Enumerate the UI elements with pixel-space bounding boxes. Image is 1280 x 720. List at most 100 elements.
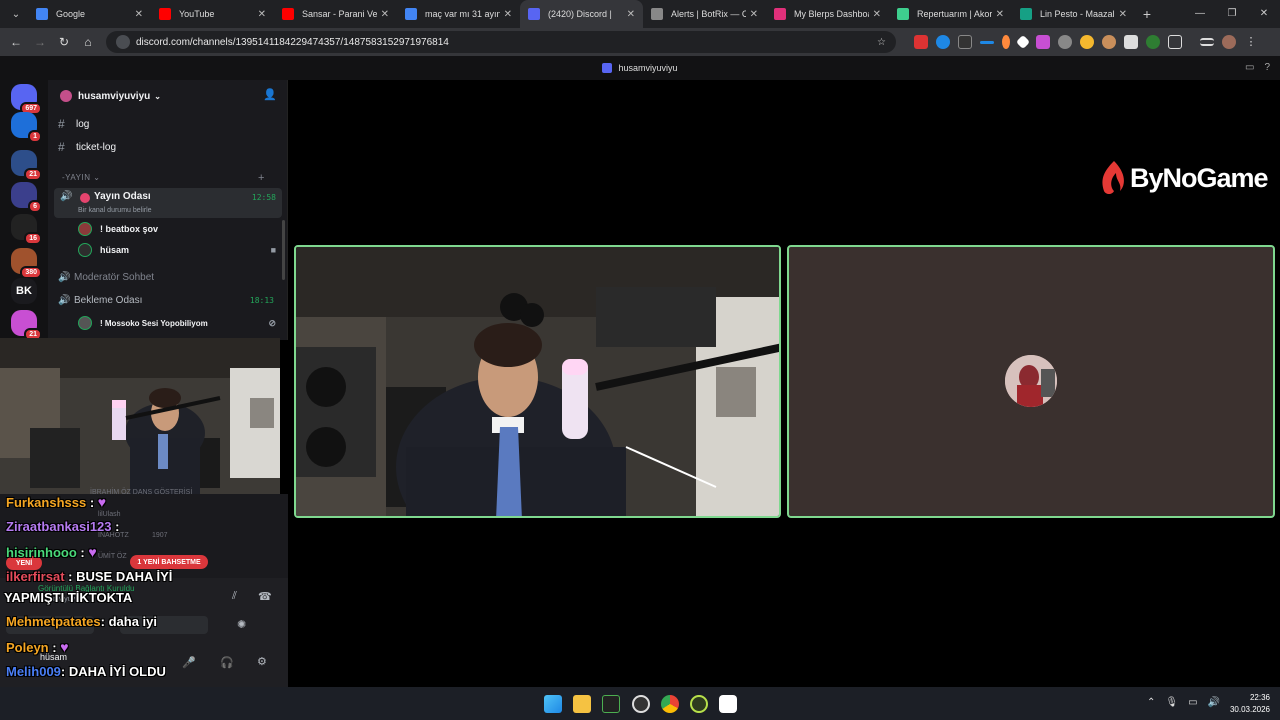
voice-user[interactable]: hüsam ■: [78, 240, 282, 260]
voice-user[interactable]: ! beatbox şov: [78, 219, 282, 239]
puzzle-icon[interactable]: [1168, 35, 1182, 49]
channel-ticket-log[interactable]: # ticket-log: [58, 137, 280, 157]
extension-icon[interactable]: [1146, 35, 1160, 49]
app-icon[interactable]: [690, 695, 708, 713]
browser-tab[interactable]: YouTube ✕: [151, 0, 274, 28]
video-tile-main[interactable]: [294, 245, 781, 518]
volume-icon[interactable]: 🔊: [1208, 697, 1220, 708]
server-icon[interactable]: 21: [11, 310, 42, 341]
extension-icon[interactable]: [958, 35, 972, 49]
extension-icon[interactable]: [1102, 35, 1116, 49]
browser-tab[interactable]: maç var mı 31 ayın ✕: [397, 0, 520, 28]
browser-tab[interactable]: My Blerps Dashboard ✕: [766, 0, 889, 28]
server-icon[interactable]: BK: [11, 278, 37, 304]
help-icon[interactable]: ?: [1264, 62, 1270, 73]
voice-status[interactable]: Bir kanal durumu belirle: [78, 207, 152, 214]
close-tab-icon[interactable]: ✕: [873, 9, 881, 20]
headphones-icon[interactable]: 🎧: [220, 656, 234, 669]
clock[interactable]: 22:36 30.03.2026: [1230, 692, 1270, 716]
scrollbar[interactable]: [282, 220, 285, 280]
server-icon[interactable]: 697: [11, 84, 42, 115]
microphone-icon[interactable]: 🎙: [1165, 697, 1178, 708]
noise-suppression-icon[interactable]: ⫽: [232, 590, 237, 603]
settings-gear-icon[interactable]: ⚙: [257, 655, 267, 668]
new-mention-pill[interactable]: 1 YENİ BAHSETME: [130, 555, 208, 569]
browser-tab[interactable]: Lin Pesto - Maazallah ✕: [1012, 0, 1135, 28]
site-info-icon[interactable]: [116, 35, 130, 49]
back-icon[interactable]: ←: [4, 35, 28, 49]
close-tab-icon[interactable]: ✕: [504, 9, 512, 20]
extension-icon[interactable]: [1080, 35, 1094, 49]
chat-text: daha iyi: [108, 614, 158, 629]
microphone-icon[interactable]: 🎤: [182, 656, 196, 669]
close-tab-icon[interactable]: ✕: [996, 9, 1004, 20]
chevron-up-icon[interactable]: ⌃: [1147, 697, 1155, 708]
chrome-icon[interactable]: [661, 695, 679, 713]
add-member-icon[interactable]: 👤: [263, 88, 277, 101]
reload-icon[interactable]: ↻: [52, 35, 76, 49]
bynogame-logo: ByNoGame: [1100, 158, 1269, 198]
voice-channel-name: Yayın Odası: [94, 191, 151, 202]
close-tab-icon[interactable]: ✕: [627, 9, 635, 20]
server-icon[interactable]: 16: [11, 214, 42, 245]
server-icon[interactable]: 6: [11, 182, 42, 213]
chevron-down-icon: ⌄: [154, 91, 161, 101]
extension-icon[interactable]: [1036, 35, 1050, 49]
adblock-icon[interactable]: [914, 35, 928, 49]
voice-channel-yayin-odasi[interactable]: 🔊 Yayın Odası Bir kanal durumu belirle 1…: [54, 188, 282, 218]
minimize-icon[interactable]: —: [1184, 0, 1216, 28]
extension-icon[interactable]: [936, 35, 950, 49]
close-tab-icon[interactable]: ✕: [135, 9, 143, 20]
channel-bekleme-odasi[interactable]: 🔊 Bekleme Odası 18:13: [58, 290, 280, 310]
server-icon[interactable]: 1: [11, 112, 42, 143]
voice-user[interactable]: ! Mossoko Sesi Yopobiliyom ⊘: [78, 313, 282, 333]
close-tab-icon[interactable]: ✕: [1119, 9, 1127, 20]
disconnect-icon[interactable]: ☎: [258, 590, 272, 603]
address-bar[interactable]: discord.com/channels/1395141184229474357…: [106, 31, 896, 53]
favicon-icon: [36, 8, 48, 20]
inbox-icon[interactable]: ▭: [1245, 62, 1254, 73]
profile-avatar[interactable]: [1222, 35, 1236, 49]
extension-icon[interactable]: [1058, 35, 1072, 49]
close-tab-icon[interactable]: ✕: [750, 9, 758, 20]
server-icon[interactable]: 380: [11, 248, 42, 279]
chat-message: Mehmetpatates: daha iyi: [6, 614, 157, 629]
chat-separator: :: [48, 640, 61, 655]
bookmark-star-icon[interactable]: ☆: [877, 37, 886, 48]
shield-icon[interactable]: [1124, 35, 1138, 49]
browser-tab[interactable]: Google ✕: [28, 0, 151, 28]
category-yayin[interactable]: -YAYIN ⌄ +: [62, 172, 264, 184]
close-window-icon[interactable]: ✕: [1248, 0, 1280, 28]
app-icon[interactable]: [719, 695, 737, 713]
obs-icon[interactable]: [632, 695, 650, 713]
server-header[interactable]: husamviyuviyu ⌄ 👤: [48, 80, 287, 112]
extension-icon[interactable]: [1015, 34, 1031, 50]
browser-tab[interactable]: Repertuarım | Akor, T ✕: [889, 0, 1012, 28]
channel-log[interactable]: # log: [58, 114, 280, 134]
hash-icon: #: [58, 117, 65, 131]
video-tile-participant[interactable]: [787, 245, 1275, 518]
close-tab-icon[interactable]: ✕: [258, 9, 266, 20]
channel-moderator-sohbet[interactable]: 🔊 Moderatör Sohbet: [58, 267, 280, 287]
tab-search-icon[interactable]: ⌄: [4, 4, 28, 24]
maximize-icon[interactable]: ❐: [1216, 0, 1248, 28]
forward-icon[interactable]: →: [28, 35, 52, 49]
extension-icon[interactable]: [980, 40, 994, 44]
browser-tab[interactable]: Alerts | BotRix — Clo ✕: [643, 0, 766, 28]
home-icon[interactable]: ⌂: [76, 35, 100, 49]
app-icon[interactable]: [602, 695, 620, 713]
add-channel-icon[interactable]: +: [258, 172, 265, 184]
new-tab-button[interactable]: +: [1135, 6, 1159, 22]
browser-tab[interactable]: Sansar - Parani Verdi ✕: [274, 0, 397, 28]
file-explorer-icon[interactable]: [573, 695, 591, 713]
extension-icon[interactable]: [1002, 35, 1010, 49]
soundboard-icon[interactable]: ✺: [237, 618, 246, 631]
tab-title: YouTube: [179, 9, 215, 19]
network-icon[interactable]: ▭: [1188, 697, 1197, 708]
close-tab-icon[interactable]: ✕: [381, 9, 389, 20]
browser-tab[interactable]: (2420) Discord | ✕: [520, 0, 643, 28]
reading-list-icon[interactable]: [1200, 38, 1214, 46]
start-icon[interactable]: [544, 695, 562, 713]
more-menu-icon[interactable]: ⋮: [1244, 35, 1258, 49]
server-icon[interactable]: 21: [11, 150, 42, 181]
